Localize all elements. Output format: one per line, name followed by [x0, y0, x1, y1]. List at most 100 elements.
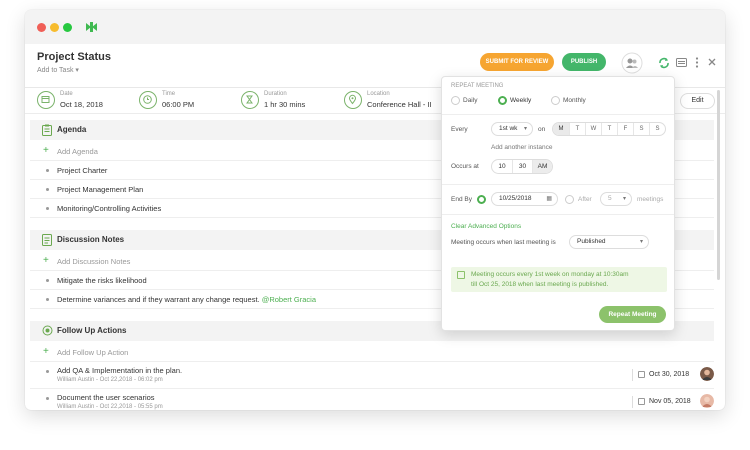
due-date-chip[interactable]: Oct 30, 2018: [632, 369, 694, 381]
daily-radio[interactable]: [451, 96, 460, 105]
agenda-item-text: Monitoring/Controlling Activities: [57, 204, 162, 213]
chevron-down-icon: ▾: [75, 67, 79, 74]
hour-field[interactable]: 10: [492, 160, 512, 173]
calendar-icon: [638, 398, 645, 405]
occurs-when-select[interactable]: Published ▾: [569, 235, 649, 249]
date-value: Oct 18, 2018: [60, 100, 103, 109]
notes-icon: [42, 234, 52, 246]
agenda-title: Agenda: [57, 125, 87, 134]
monthly-radio[interactable]: [551, 96, 560, 105]
location-value: Conference Hall - II: [367, 100, 432, 109]
scrollbar-thumb[interactable]: [717, 90, 720, 280]
more-options-icon[interactable]: [695, 57, 699, 68]
minimize-window-button[interactable]: [50, 23, 59, 32]
bullet-icon: [46, 188, 49, 191]
add-agenda-label: Add Agenda: [57, 147, 98, 156]
submit-for-review-button[interactable]: SUBMIT FOR REVIEW: [480, 53, 554, 71]
date-label: Date: [60, 91, 73, 97]
monthly-label: Monthly: [563, 97, 586, 104]
every-select[interactable]: 1st wk ▾: [491, 122, 533, 136]
maximize-window-button[interactable]: [63, 23, 72, 32]
followup-item-text: Add QA & Implementation in the plan.: [57, 366, 183, 375]
after-count-value: 5: [608, 195, 612, 202]
add-another-instance-link[interactable]: Add another instance: [491, 144, 552, 151]
repeat-icon[interactable]: [658, 57, 670, 69]
after-count-select[interactable]: 5 ▾: [600, 192, 632, 206]
repeat-meeting-button[interactable]: Repeat Meeting: [599, 306, 666, 323]
bullet-icon: [46, 397, 49, 400]
clear-advanced-options-link[interactable]: Clear Advanced Options: [451, 223, 521, 230]
day-friday[interactable]: F: [617, 123, 633, 135]
day-thursday[interactable]: T: [601, 123, 617, 135]
discussion-item-text: Mitigate the risks likelihood: [57, 276, 147, 285]
attendees-icon[interactable]: [621, 52, 643, 74]
plus-icon: +: [43, 145, 49, 156]
calendar-icon: [457, 271, 465, 279]
divider: [442, 114, 674, 115]
add-to-task-label: Add to Task: [37, 67, 74, 74]
end-by-radio[interactable]: [477, 195, 486, 204]
add-followup-row[interactable]: + Add Follow Up Action: [30, 343, 714, 362]
minute-field[interactable]: 30: [512, 160, 532, 173]
plus-icon: +: [43, 346, 49, 357]
weekly-label: Weekly: [510, 97, 532, 104]
plus-icon: +: [43, 255, 49, 266]
end-by-label: End By: [451, 196, 472, 203]
due-date-chip[interactable]: Nov 05, 2018: [632, 396, 694, 408]
avatar: [700, 394, 714, 408]
summary-line-1: Meeting occurs every 1st week on monday …: [471, 271, 629, 278]
scrollbar[interactable]: [716, 90, 721, 390]
end-date-input[interactable]: 10/25/2018 ▦: [491, 192, 558, 206]
publish-button[interactable]: PUBLISH: [562, 53, 606, 71]
add-discussion-label: Add Discussion Notes: [57, 257, 131, 266]
time-value: 06:00 PM: [162, 100, 195, 109]
edit-button[interactable]: Edit: [680, 93, 715, 109]
user-mention-link[interactable]: @Robert Gracia: [262, 295, 316, 304]
weekday-selector: M T W T F S S: [552, 122, 666, 136]
divider: [442, 214, 674, 215]
day-wednesday[interactable]: W: [585, 123, 601, 135]
chevron-down-icon: ▾: [622, 196, 626, 202]
every-value: 1st wk: [499, 125, 518, 132]
clipboard-icon: [42, 124, 52, 136]
occurs-when-value: Published: [577, 238, 606, 245]
avatar: [700, 367, 714, 381]
repeat-meeting-popup: REPEAT MEETING Daily Weekly Monthly Ever…: [441, 76, 675, 331]
chevron-down-icon: ▾: [639, 239, 643, 245]
add-to-task-dropdown[interactable]: Add to Task ▾: [37, 66, 79, 74]
summary-line-2: till Oct 25, 2018 when last meeting is p…: [471, 281, 609, 288]
duration-value: 1 hr 30 mins: [264, 100, 306, 109]
followup-item-meta: William Austin - Oct 22,2018 - 05:55 pm: [57, 404, 163, 410]
bullet-icon: [46, 169, 49, 172]
list-item[interactable]: Add QA & Implementation in the plan. Wil…: [30, 363, 714, 389]
day-saturday[interactable]: S: [633, 123, 649, 135]
day-sunday[interactable]: S: [649, 123, 665, 135]
duration-label: Duration: [264, 91, 287, 97]
occurs-when-label: Meeting occurs when last meeting is: [451, 239, 556, 246]
due-date-text: Oct 30, 2018: [649, 371, 690, 378]
print-icon[interactable]: [676, 58, 687, 67]
page-title: Project Status: [37, 51, 111, 63]
list-item[interactable]: Document the user scenarios William Aust…: [30, 390, 714, 410]
every-label: Every: [451, 126, 468, 133]
occurs-at-time-picker: 10 30 AM: [491, 159, 553, 174]
followup-item-meta: William Austin - Oct 22,2018 - 06:02 pm: [57, 377, 163, 383]
location-label: Location: [367, 91, 390, 97]
day-monday[interactable]: M: [553, 123, 569, 135]
ampm-toggle[interactable]: AM: [532, 160, 552, 173]
app-logo-icon: [86, 22, 97, 32]
after-radio[interactable]: [565, 195, 574, 204]
clock-icon: [139, 91, 157, 109]
followup-title: Follow Up Actions: [57, 326, 127, 335]
bullet-icon: [46, 298, 49, 301]
close-window-button[interactable]: [37, 23, 46, 32]
after-label: After: [578, 196, 592, 203]
calendar-icon: [37, 91, 55, 109]
location-pin-icon: [344, 91, 362, 109]
end-date-value: 10/25/2018: [499, 195, 532, 202]
close-icon[interactable]: [708, 58, 716, 66]
day-tuesday[interactable]: T: [569, 123, 585, 135]
weekly-radio[interactable]: [498, 96, 507, 105]
bullet-icon: [46, 370, 49, 373]
discussion-item-body: Determine variances and if they warrant …: [57, 295, 260, 304]
